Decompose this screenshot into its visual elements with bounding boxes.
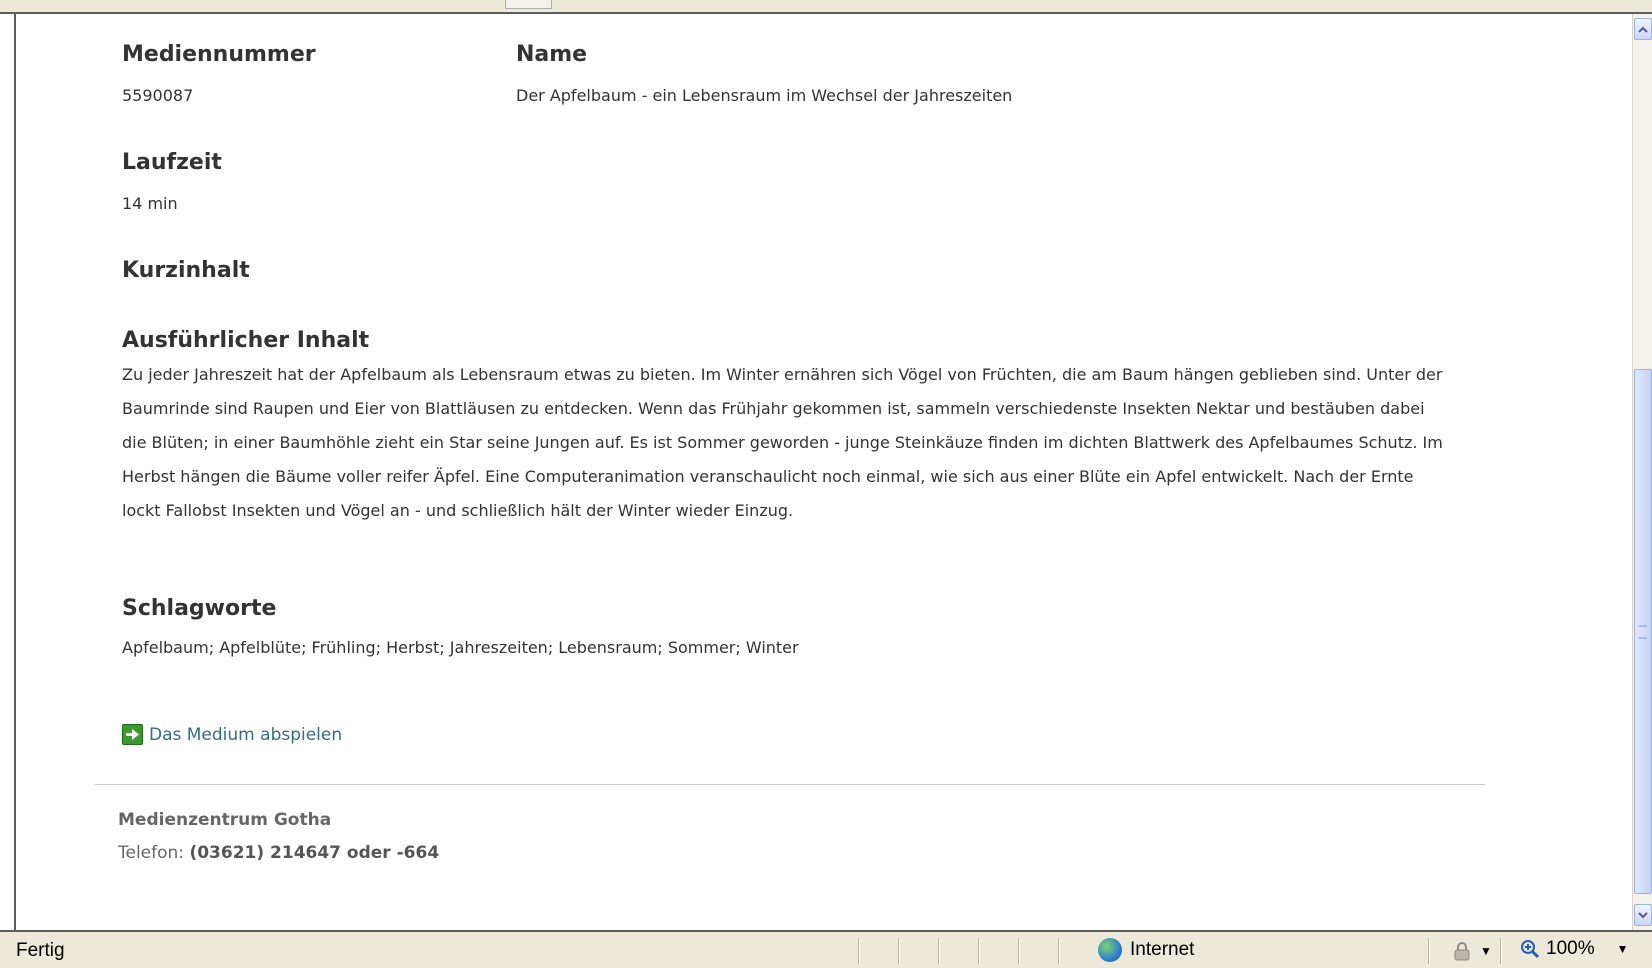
- status-separator: [1058, 938, 1060, 964]
- scroll-thumb[interactable]: [1634, 369, 1652, 894]
- chevron-down-icon[interactable]: ▼: [1617, 942, 1629, 956]
- browser-top-edge: [0, 0, 1652, 14]
- runtime-label: Laufzeit: [122, 150, 222, 175]
- scroll-grip-icon: [1639, 625, 1647, 639]
- footer-org-name: Medienzentrum Gotha: [118, 810, 332, 830]
- status-separator: [898, 938, 900, 964]
- zoom-level: 100%: [1546, 938, 1595, 959]
- play-arrow-icon[interactable]: [122, 724, 143, 745]
- status-separator: [1500, 938, 1502, 964]
- footer-divider: [95, 784, 1485, 785]
- zoom-control[interactable]: 100% ▼: [1520, 938, 1629, 960]
- detail-label: Ausführlicher Inhalt: [122, 328, 370, 353]
- footer-phone-value: (03621) 214647 oder -664: [189, 843, 440, 863]
- status-separator: [938, 938, 940, 964]
- status-text: Fertig: [16, 940, 65, 961]
- keywords-label: Schlagworte: [122, 596, 277, 621]
- status-separator: [978, 938, 980, 964]
- play-media[interactable]: Das Medium abspielen: [122, 724, 342, 745]
- media-name-label: Name: [516, 42, 588, 67]
- media-number-value: 5590087: [122, 86, 194, 105]
- chevron-down-icon: ▼: [1480, 944, 1492, 958]
- tab-edge: [505, 0, 552, 9]
- protected-mode[interactable]: ▼: [1450, 940, 1492, 962]
- detail-text: Zu jeder Jahreszeit hat der Apfelbaum al…: [122, 365, 1443, 520]
- summary-label: Kurzinhalt: [122, 258, 250, 283]
- footer-phone-label: Telefon:: [118, 843, 185, 863]
- keywords-value: Apfelbaum; Apfelblüte; Frühling; Herbst;…: [122, 638, 799, 657]
- media-name-value: Der Apfelbaum - ein Lebensraum im Wechse…: [516, 86, 1013, 105]
- scroll-down-button[interactable]: [1634, 904, 1652, 926]
- play-media-link[interactable]: Das Medium abspielen: [149, 725, 342, 745]
- status-separator: [1018, 938, 1020, 964]
- status-bar: Fertig Internet ▼ 100% ▼: [0, 930, 1652, 968]
- zone-label: Internet: [1130, 939, 1195, 960]
- footer-phone: Telefon: (03621) 214647 oder -664: [118, 843, 439, 863]
- chevron-up-icon: [1638, 26, 1648, 33]
- chevron-down-icon: [1638, 911, 1648, 918]
- lock-icon: [1454, 942, 1470, 961]
- status-separator: [1428, 938, 1430, 964]
- security-zone[interactable]: Internet: [1098, 938, 1194, 962]
- magnifier-icon: [1521, 940, 1540, 959]
- page-content: Mediennummer 5590087 Name Der Apfelbaum …: [16, 14, 1632, 930]
- vertical-scrollbar[interactable]: [1632, 14, 1652, 930]
- media-number-label: Mediennummer: [122, 42, 316, 67]
- scroll-up-button[interactable]: [1634, 18, 1652, 40]
- status-separator: [858, 938, 860, 964]
- globe-icon: [1098, 938, 1122, 962]
- runtime-value: 14 min: [122, 194, 178, 213]
